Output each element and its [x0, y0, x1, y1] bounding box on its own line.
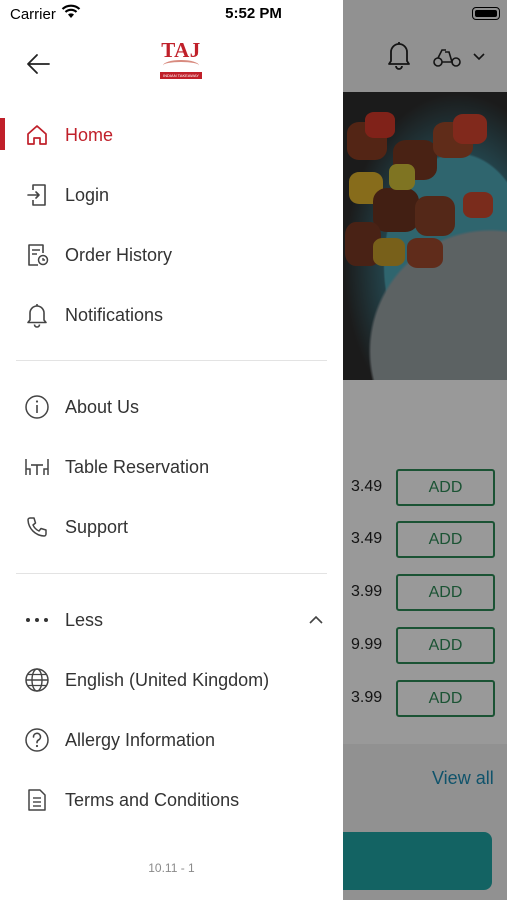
menu-item-label: Terms and Conditions: [65, 789, 240, 810]
battery-icon: [472, 7, 500, 20]
menu-item-allergy-information[interactable]: Allergy Information: [0, 715, 343, 765]
menu-item-label: Support: [65, 516, 129, 537]
document-icon: [24, 787, 50, 813]
menu-divider: [16, 360, 327, 361]
navigation-drawer: TAJ INDIAN TAKEAWAY Home Login Order His…: [0, 0, 343, 900]
question-icon: [24, 727, 50, 753]
logo-tagline: INDIAN TAKEAWAY: [160, 72, 202, 79]
menu-item-terms-and-conditions[interactable]: Terms and Conditions: [0, 775, 343, 825]
status-bar: Carrier 5:52 PM: [0, 0, 507, 30]
phone-icon: [24, 514, 50, 540]
menu-item-home[interactable]: Home: [0, 110, 343, 160]
menu-item-label: Order History: [65, 244, 173, 265]
info-icon: [24, 394, 50, 420]
menu-item-label: Allergy Information: [65, 729, 216, 750]
logo-text: TAJ: [161, 38, 201, 62]
table-icon: [24, 454, 50, 480]
menu-divider: [16, 573, 327, 574]
menu-item-label: Less: [65, 609, 104, 630]
order-history-icon: [24, 242, 50, 268]
more-dots-icon: [24, 607, 50, 633]
menu-item-table-reservation[interactable]: Table Reservation: [0, 442, 343, 492]
globe-icon: [24, 667, 50, 693]
login-icon: [24, 182, 50, 208]
chevron-up-icon: [308, 615, 324, 625]
menu-item-order-history[interactable]: Order History: [0, 230, 343, 280]
menu-item-label: Table Reservation: [65, 456, 210, 477]
menu-item-login[interactable]: Login: [0, 170, 343, 220]
menu-item-notifications[interactable]: Notifications: [0, 290, 343, 340]
menu-item-language[interactable]: English (United Kingdom): [0, 655, 343, 705]
menu-item-label: Login: [65, 184, 110, 205]
menu-item-label: Notifications: [65, 304, 164, 325]
menu-item-about-us[interactable]: About Us: [0, 382, 343, 432]
brand-logo: TAJ INDIAN TAKEAWAY: [157, 40, 205, 86]
home-icon: [24, 122, 50, 148]
bell-icon: [24, 302, 50, 328]
menu-item-label: About Us: [65, 396, 140, 417]
back-arrow-icon[interactable]: [24, 50, 52, 78]
drawer-overlay[interactable]: [343, 0, 507, 900]
app-version: 10.11 - 1: [148, 861, 195, 875]
menu-item-label: English (United Kingdom): [65, 669, 270, 690]
status-time: 5:52 PM: [225, 5, 282, 22]
menu-item-support[interactable]: Support: [0, 502, 343, 552]
menu-item-less[interactable]: Less: [0, 595, 343, 645]
menu-item-label: Home: [65, 124, 114, 145]
